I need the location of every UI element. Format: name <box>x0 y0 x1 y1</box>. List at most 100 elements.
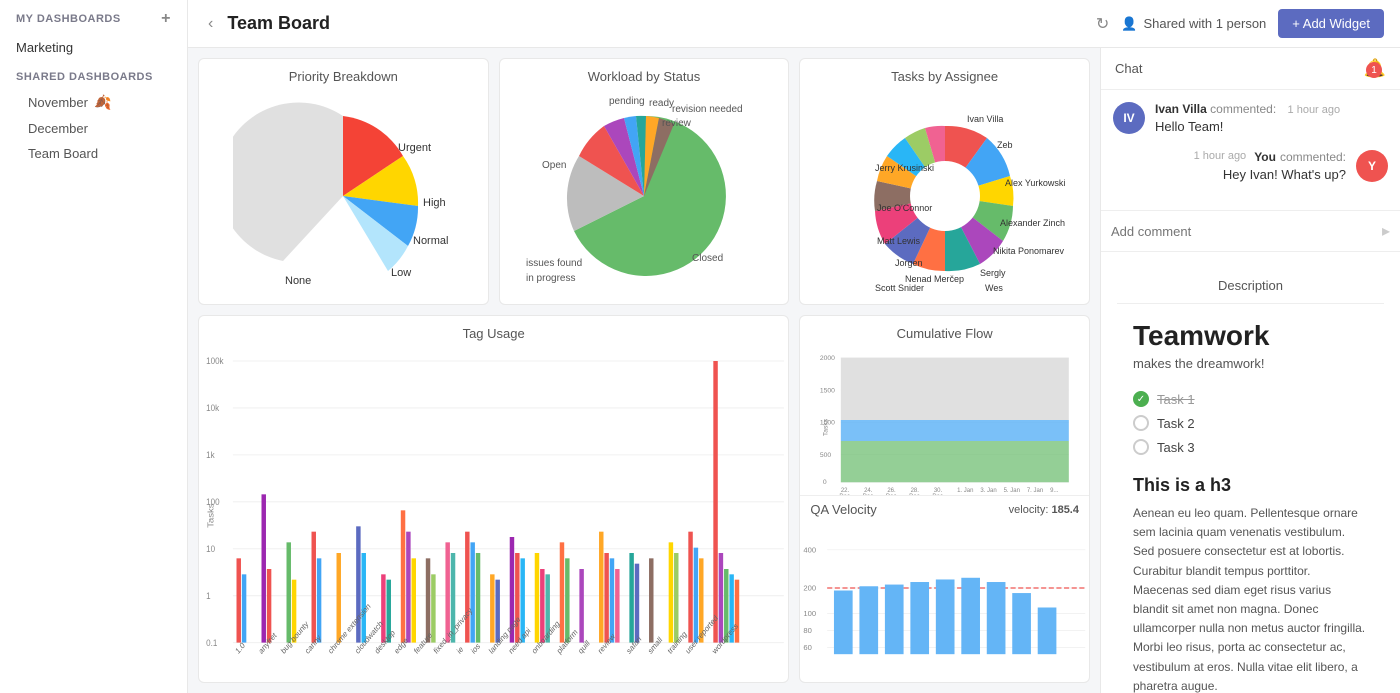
svg-text:Closed: Closed <box>692 253 723 264</box>
svg-text:0: 0 <box>823 479 827 486</box>
workload-widget: Workload by Status <box>499 58 790 305</box>
svg-text:Tasks: Tasks <box>206 503 215 528</box>
november-emoji: 🍂 <box>94 94 111 111</box>
cumulative-chart-svg: 2000 1500 1000 500 0 <box>800 345 1089 495</box>
svg-text:1. Jan: 1. Jan <box>957 488 973 494</box>
description-section: Description Teamwork makes the dreamwork… <box>1101 252 1400 693</box>
cumulative-flow-widget: Cumulative Flow 2000 1500 1000 500 0 <box>799 315 1090 683</box>
sidebar-item-marketing[interactable]: Marketing <box>0 34 187 61</box>
svg-text:Matt Lewis: Matt Lewis <box>877 236 921 246</box>
svg-text:quill: quill <box>577 638 592 656</box>
chat-input-area: ▸ <box>1101 210 1400 251</box>
chat-section: Chat 🔔 1 IV Ivan Villa commented: <box>1101 48 1400 252</box>
svg-text:10: 10 <box>206 543 215 554</box>
list-item: Task 2 <box>1133 411 1368 435</box>
assignee-chart-container: Ivan Villa Zeb Joe O'Connor Alex Yurkows… <box>800 88 1089 304</box>
page-title: Team Board <box>227 13 1086 34</box>
svg-text:safari: safari <box>625 634 643 656</box>
chat-message: IV Ivan Villa commented: 1 hour ago Hell… <box>1113 102 1388 134</box>
chat-action: commented: <box>1210 102 1276 116</box>
cumulative-chart-title: Cumulative Flow <box>800 316 1089 345</box>
svg-text:100: 100 <box>804 609 817 618</box>
svg-text:Zeb: Zeb <box>997 140 1013 150</box>
task-checkbox[interactable] <box>1133 439 1149 455</box>
sidebar-item-team-board[interactable]: Team Board <box>0 141 187 166</box>
chat-input[interactable] <box>1111 224 1374 239</box>
svg-text:review: review <box>662 118 692 129</box>
description-para1: Aenean eu leo quam. Pellentesque ornare … <box>1133 504 1368 693</box>
chat-messages: IV Ivan Villa commented: 1 hour ago Hell… <box>1101 90 1400 210</box>
task-label: Task 3 <box>1157 440 1195 455</box>
task-checkbox[interactable] <box>1133 415 1149 431</box>
svg-text:Low: Low <box>391 267 411 279</box>
chat-meta: Ivan Villa commented: 1 hour ago <box>1155 102 1388 116</box>
chat-bubble: 1 hour ago You commented: Hey Ivan! What… <box>1113 150 1346 182</box>
list-item: Task 3 <box>1133 435 1368 459</box>
task-label: Task 1 <box>1157 392 1195 407</box>
team-board-label: Team Board <box>28 146 98 161</box>
notification-badge: 1 <box>1366 62 1382 78</box>
qa-velocity-section: QA Velocity velocity: 185.4 400 200 100 … <box>800 495 1089 682</box>
svg-text:24.: 24. <box>864 488 873 494</box>
november-label: November <box>28 95 88 110</box>
tag-chart-svg: 100k 10k 1k 100 10 1 0.1 <box>199 345 788 665</box>
svg-text:Jerry Krusinski: Jerry Krusinski <box>875 163 934 173</box>
description-content: Teamwork makes the dreamwork! ✓ Task 1 T… <box>1117 304 1384 693</box>
shared-dashboards-label: SHARED DASHBOARDS <box>16 71 153 83</box>
refresh-button[interactable]: ↻ <box>1096 14 1109 34</box>
chat-time: 1 hour ago <box>1194 150 1247 164</box>
task-checkbox[interactable]: ✓ <box>1133 391 1149 407</box>
shared-text: Shared with 1 person <box>1143 16 1266 31</box>
velocity-info: velocity: 185.4 <box>1009 504 1079 516</box>
svg-text:in progress: in progress <box>526 273 575 284</box>
svg-text:26.: 26. <box>888 488 897 494</box>
svg-text:1k: 1k <box>206 449 215 460</box>
page-header: ‹ Team Board ↻ 👤 Shared with 1 person + … <box>188 0 1400 48</box>
svg-text:Jorgen: Jorgen <box>895 258 923 268</box>
svg-text:2000: 2000 <box>820 355 835 362</box>
svg-text:1: 1 <box>206 590 211 601</box>
chat-author: You <box>1254 150 1276 164</box>
priority-chart-container: Urgent High Normal Low None None <box>199 88 488 304</box>
svg-text:5. Jan: 5. Jan <box>1004 488 1020 494</box>
description-title: Teamwork <box>1133 320 1368 352</box>
svg-text:9...: 9... <box>1050 488 1059 494</box>
svg-text:28.: 28. <box>911 488 920 494</box>
svg-text:Sergly: Sergly <box>980 268 1006 278</box>
send-icon[interactable]: ▸ <box>1382 221 1390 241</box>
marketing-label: Marketing <box>16 40 73 55</box>
avatar: Y <box>1356 150 1388 182</box>
qa-chart-title: QA Velocity <box>810 502 876 517</box>
svg-text:revision needed: revision needed <box>672 104 743 115</box>
chat-message: 1 hour ago You commented: Hey Ivan! What… <box>1113 150 1388 182</box>
priority-chart-title: Priority Breakdown <box>199 59 488 88</box>
chat-bubble: Ivan Villa commented: 1 hour ago Hello T… <box>1155 102 1388 134</box>
task-list: ✓ Task 1 Task 2 Task 3 <box>1133 387 1368 459</box>
add-dashboard-icon[interactable]: + <box>161 10 171 28</box>
svg-text:100k: 100k <box>206 356 224 367</box>
svg-text:60: 60 <box>804 643 812 652</box>
main-content: ‹ Team Board ↻ 👤 Shared with 1 person + … <box>188 0 1400 693</box>
sidebar-item-november[interactable]: November 🍂 <box>0 89 187 116</box>
chat-header: Chat 🔔 1 <box>1101 48 1400 90</box>
chat-icon-wrap: 🔔 1 <box>1364 58 1386 79</box>
chat-time: 1 hour ago <box>1288 104 1341 116</box>
my-dashboards-label: MY DASHBOARDS <box>16 13 121 25</box>
assignee-widget: Tasks by Assignee <box>799 58 1090 305</box>
back-button[interactable]: ‹ <box>204 11 217 37</box>
sidebar-item-december[interactable]: December <box>0 116 187 141</box>
right-panel: Chat 🔔 1 IV Ivan Villa commented: <box>1100 48 1400 693</box>
chat-text: Hey Ivan! What's up? <box>1113 167 1346 182</box>
svg-text:Alexander Zinchenko: Alexander Zinchenko <box>1000 218 1065 228</box>
assignee-chart-title: Tasks by Assignee <box>800 59 1089 88</box>
svg-text:400: 400 <box>804 545 817 554</box>
svg-text:small: small <box>646 635 664 656</box>
velocity-label: velocity: <box>1009 504 1049 516</box>
add-widget-button[interactable]: + Add Widget <box>1278 9 1384 38</box>
svg-text:Open: Open <box>542 160 566 171</box>
sidebar: MY DASHBOARDS + Marketing SHARED DASHBOA… <box>0 0 188 693</box>
workload-chart-title: Workload by Status <box>500 59 789 88</box>
svg-text:Normal: Normal <box>413 235 448 247</box>
tag-usage-widget: Tag Usage 100k 10k 1k 100 10 1 0.1 <box>198 315 789 683</box>
svg-text:Wes: Wes <box>985 283 1003 293</box>
